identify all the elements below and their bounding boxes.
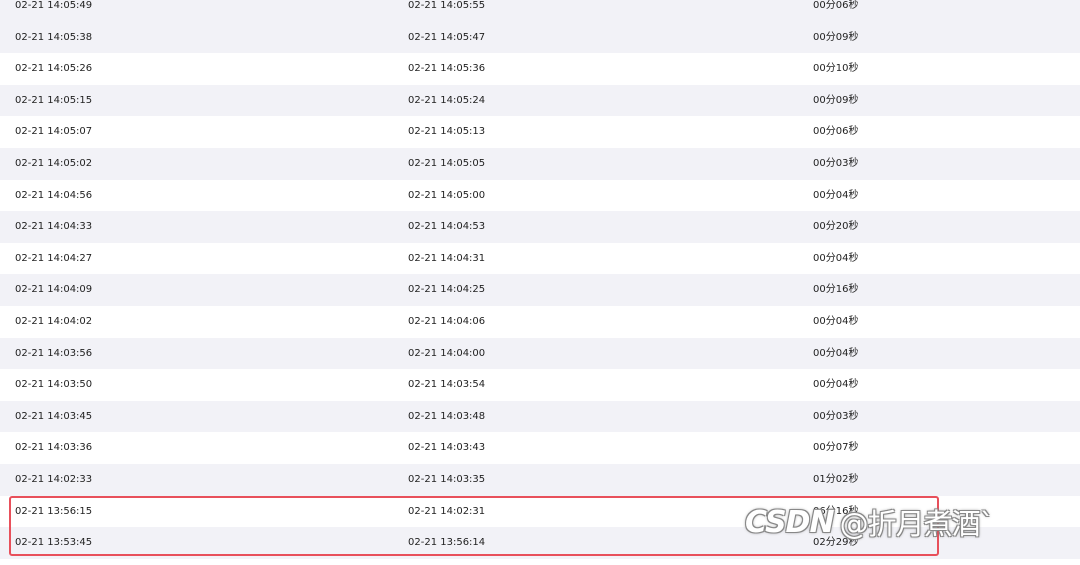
end-time-cell: 02-21 14:04:53 <box>408 221 486 233</box>
start-time-cell: 02-21 14:03:36 <box>15 442 93 454</box>
table-row: 02-21 14:02:33 02-21 14:03:35 01分02秒 <box>0 463 1080 496</box>
end-time-cell: 02-21 13:56:14 <box>408 537 486 549</box>
end-time-cell: 02-21 14:04:06 <box>408 315 486 327</box>
table-row: 02-21 14:04:33 02-21 14:04:53 00分20秒 <box>0 211 1080 243</box>
duration-cell: 00分04秒 <box>813 379 859 391</box>
duration-cell: 00分09秒 <box>813 94 859 106</box>
end-time-cell: 02-21 14:04:00 <box>408 347 486 359</box>
table-row: 02-21 14:05:02 02-21 14:05:05 00分03秒 <box>0 147 1080 180</box>
end-time-cell: 02-21 14:03:48 <box>408 410 486 422</box>
duration-cell: 00分04秒 <box>813 252 859 264</box>
duration-cell: 00分10秒 <box>813 63 859 75</box>
table-row: 02-21 14:05:38 02-21 14:05:47 00分09秒 <box>0 21 1080 54</box>
end-time-cell: 02-21 14:05:05 <box>408 157 486 169</box>
table-row: 02-21 14:05:26 02-21 14:05:36 00分10秒 <box>0 53 1080 85</box>
table-row: 02-21 14:03:50 02-21 14:03:54 00分04秒 <box>0 369 1080 401</box>
duration-cell: 00分04秒 <box>813 315 859 327</box>
time-records-table: 02-21 14:05:49 02-21 14:05:55 00分06秒 02-… <box>0 0 1080 559</box>
table-row: 02-21 14:04:56 02-21 14:05:00 00分04秒 <box>0 179 1080 212</box>
start-time-cell: 02-21 14:04:56 <box>15 189 93 201</box>
end-time-cell: 02-21 14:05:00 <box>408 189 486 201</box>
duration-cell: 06分16秒 <box>813 505 859 517</box>
end-time-cell: 02-21 14:05:47 <box>408 31 486 43</box>
start-time-cell: 02-21 14:04:09 <box>15 284 93 296</box>
duration-cell: 02分29秒 <box>813 537 859 549</box>
table-row: 02-21 14:04:27 02-21 14:04:31 00分04秒 <box>0 242 1080 275</box>
start-time-cell: 02-21 14:05:26 <box>15 63 93 75</box>
duration-cell: 00分20秒 <box>813 221 859 233</box>
start-time-cell: 02-21 13:53:45 <box>15 537 93 549</box>
duration-cell: 00分16秒 <box>813 284 859 296</box>
start-time-cell: 02-21 14:04:27 <box>15 252 93 264</box>
start-time-cell: 02-21 14:05:49 <box>15 0 93 11</box>
start-time-cell: 02-21 14:03:45 <box>15 410 93 422</box>
table-row: 02-21 14:03:36 02-21 14:03:43 00分07秒 <box>0 432 1080 464</box>
start-time-cell: 02-21 13:56:15 <box>15 505 93 517</box>
table-row: 02-21 14:04:09 02-21 14:04:25 00分16秒 <box>0 274 1080 306</box>
start-time-cell: 02-21 14:02:33 <box>15 473 93 485</box>
duration-cell: 00分04秒 <box>813 347 859 359</box>
start-time-cell: 02-21 14:03:56 <box>15 347 93 359</box>
start-time-cell: 02-21 14:05:15 <box>15 94 93 106</box>
end-time-cell: 02-21 14:02:31 <box>408 505 486 517</box>
start-time-cell: 02-21 14:03:50 <box>15 379 93 391</box>
end-time-cell: 02-21 14:03:54 <box>408 379 486 391</box>
end-time-cell: 02-21 14:04:31 <box>408 252 486 264</box>
start-time-cell: 02-21 14:04:33 <box>15 221 93 233</box>
end-time-cell: 02-21 14:04:25 <box>408 284 486 296</box>
start-time-cell: 02-21 14:05:07 <box>15 126 93 138</box>
duration-cell: 00分06秒 <box>813 0 859 11</box>
start-time-cell: 02-21 14:04:02 <box>15 315 93 327</box>
end-time-cell: 02-21 14:03:35 <box>408 473 486 485</box>
duration-cell: 00分04秒 <box>813 189 859 201</box>
duration-cell: 00分06秒 <box>813 126 859 138</box>
table-row: 02-21 14:05:07 02-21 14:05:13 00分06秒 <box>0 116 1080 148</box>
duration-cell: 00分03秒 <box>813 157 859 169</box>
duration-cell: 00分03秒 <box>813 410 859 422</box>
start-time-cell: 02-21 14:05:02 <box>15 157 93 169</box>
end-time-cell: 02-21 14:05:36 <box>408 63 486 75</box>
table-row: 02-21 14:03:45 02-21 14:03:48 00分03秒 <box>0 400 1080 433</box>
table-row: 02-21 13:56:15 02-21 14:02:31 06分16秒 <box>0 495 1080 528</box>
end-time-cell: 02-21 14:05:55 <box>408 0 486 11</box>
start-time-cell: 02-21 14:05:38 <box>15 31 93 43</box>
table-row: 02-21 14:04:02 02-21 14:04:06 00分04秒 <box>0 305 1080 338</box>
end-time-cell: 02-21 14:03:43 <box>408 442 486 454</box>
duration-cell: 00分09秒 <box>813 31 859 43</box>
table-row: 02-21 14:05:49 02-21 14:05:55 00分06秒 <box>0 0 1080 22</box>
duration-cell: 01分02秒 <box>813 473 859 485</box>
end-time-cell: 02-21 14:05:24 <box>408 94 486 106</box>
end-time-cell: 02-21 14:05:13 <box>408 126 486 138</box>
table-row: 02-21 13:53:45 02-21 13:56:14 02分29秒 <box>0 527 1080 559</box>
table-row: 02-21 14:05:15 02-21 14:05:24 00分09秒 <box>0 84 1080 117</box>
table-row: 02-21 14:03:56 02-21 14:04:00 00分04秒 <box>0 337 1080 370</box>
duration-cell: 00分07秒 <box>813 442 859 454</box>
